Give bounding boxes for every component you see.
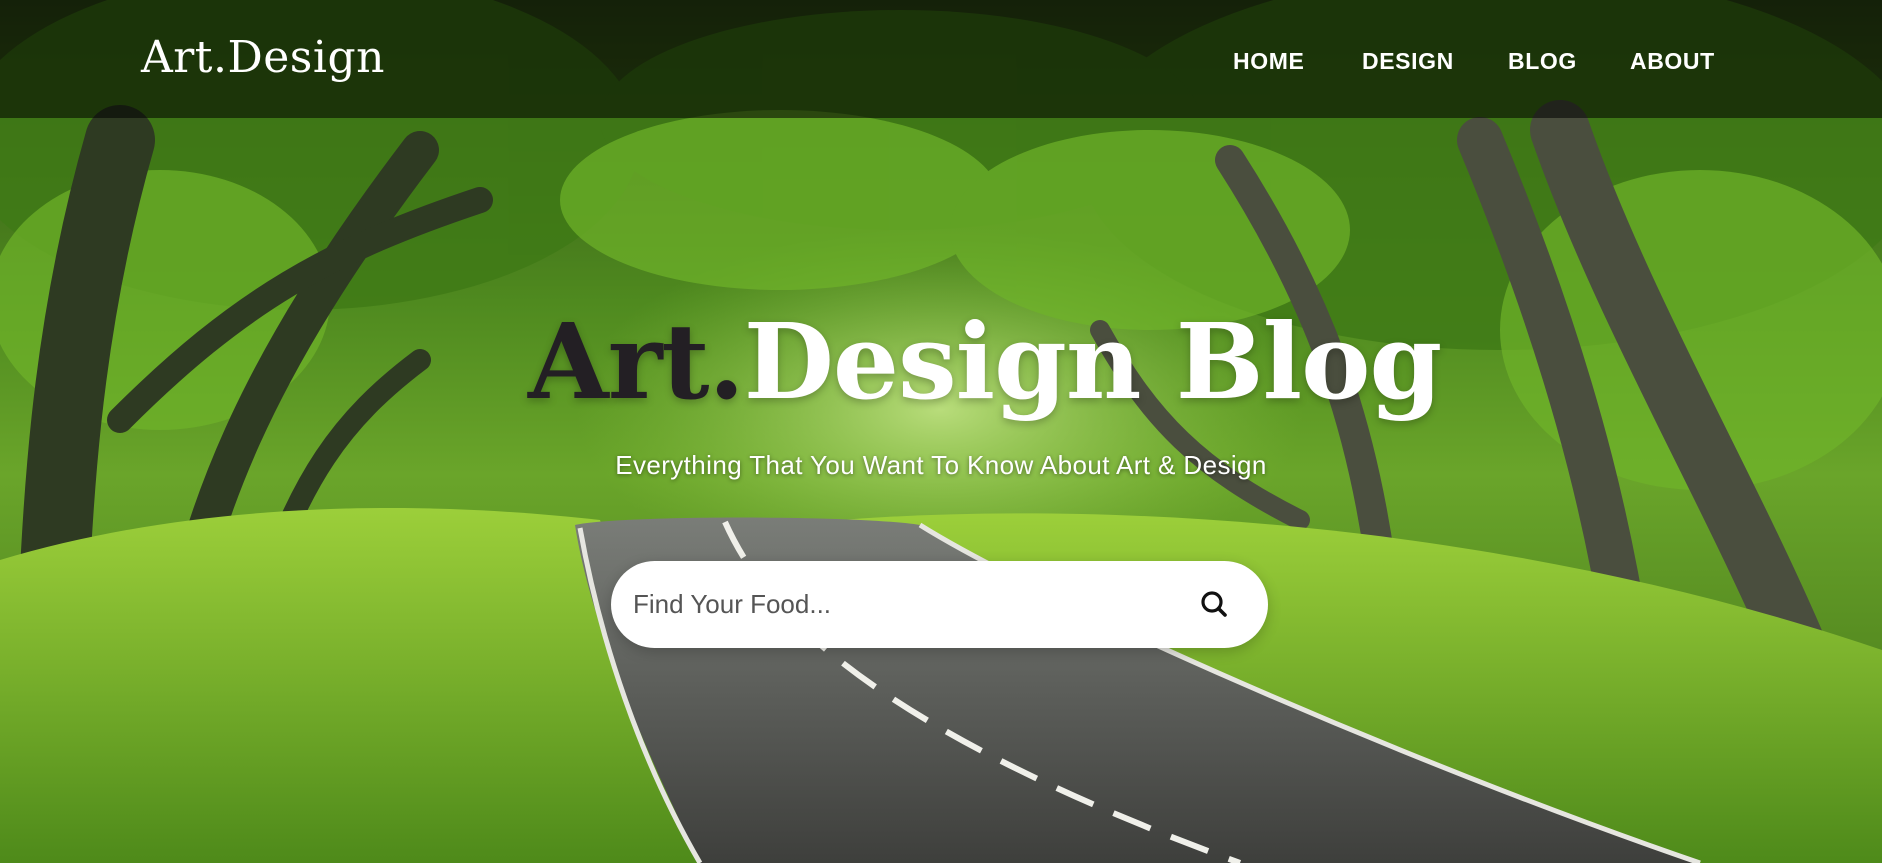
nav-item-home[interactable]: HOME — [1233, 44, 1304, 78]
site-logo[interactable]: Art.Design — [141, 30, 385, 86]
nav-item-design[interactable]: DESIGN — [1362, 44, 1454, 78]
hero-title-art: Art. — [528, 300, 745, 423]
hero-title: Art.Design Blog — [528, 300, 1442, 424]
hero-subtitle: Everything That You Want To Know About A… — [615, 450, 1267, 480]
search-input[interactable] — [633, 561, 1173, 648]
search-button[interactable] — [1191, 581, 1239, 629]
hero-title-design-blog: Design Blog — [743, 300, 1442, 423]
search-bar — [611, 561, 1268, 648]
nav-item-blog[interactable]: BLOG — [1508, 44, 1577, 78]
hero-section: Art.Design HOME DESIGN BLOG ABOUT Art.De… — [0, 0, 1882, 863]
search-icon — [1201, 591, 1227, 617]
hero-background-image — [0, 0, 1882, 863]
nav-item-about[interactable]: ABOUT — [1630, 44, 1715, 78]
top-navbar: Art.Design HOME DESIGN BLOG ABOUT — [0, 0, 1882, 118]
